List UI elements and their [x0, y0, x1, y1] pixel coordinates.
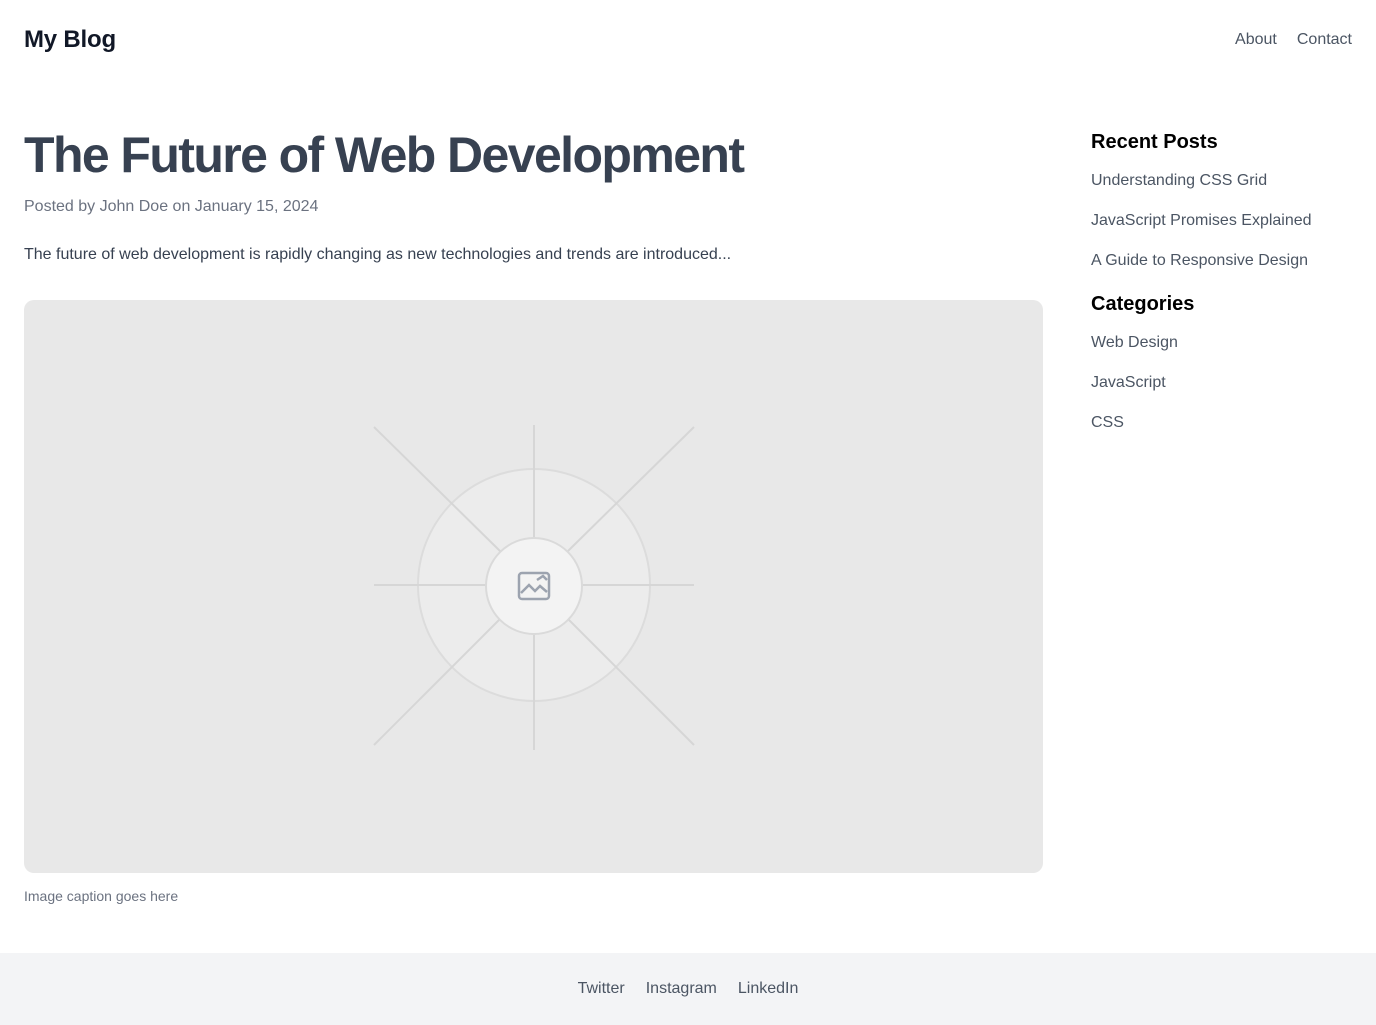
sidebar: Recent Posts Understanding CSS Grid Java… [1091, 128, 1361, 452]
site-footer: Twitter Instagram LinkedIn [0, 953, 1376, 1025]
article-image [24, 300, 1043, 873]
recent-posts-list: Understanding CSS Grid JavaScript Promis… [1091, 170, 1361, 272]
article-excerpt: The future of web development is rapidly… [24, 246, 732, 263]
category-link[interactable]: CSS [1091, 414, 1124, 431]
list-item: A Guide to Responsive Design [1091, 250, 1361, 272]
list-item: Understanding CSS Grid [1091, 170, 1361, 192]
top-nav: About Contact [1235, 31, 1352, 49]
image-caption: Image caption goes here [24, 888, 179, 904]
footer-link-linkedin[interactable]: LinkedIn [738, 980, 799, 998]
recent-post-link[interactable]: JavaScript Promises Explained [1091, 212, 1312, 229]
article-title: The Future of Web Development [24, 127, 745, 183]
blog-page: My Blog About Contact The Future of Web … [0, 0, 1376, 1025]
recent-post-link[interactable]: Understanding CSS Grid [1091, 172, 1267, 189]
site-logo[interactable]: My Blog [24, 26, 116, 54]
category-link[interactable]: Web Design [1091, 334, 1178, 351]
article: The Future of Web Development Posted by … [24, 124, 1043, 905]
list-item: JavaScript Promises Explained [1091, 210, 1361, 232]
categories-heading: Categories [1091, 293, 1195, 315]
footer-link-instagram[interactable]: Instagram [646, 980, 717, 998]
footer-link-twitter[interactable]: Twitter [578, 980, 625, 998]
recent-posts-section: Recent Posts Understanding CSS Grid Java… [1091, 128, 1361, 272]
article-meta: Posted by John Doe on January 15, 2024 [24, 198, 319, 215]
picture-icon [517, 571, 551, 601]
categories-list: Web Design JavaScript CSS [1091, 332, 1361, 434]
site-header: My Blog About Contact [0, 0, 1376, 80]
categories-section: Categories Web Design JavaScript CSS [1091, 290, 1361, 434]
recent-posts-heading: Recent Posts [1091, 131, 1218, 153]
list-item: CSS [1091, 412, 1361, 434]
nav-link-about[interactable]: About [1235, 31, 1277, 49]
image-placeholder-icon [485, 537, 583, 635]
category-link[interactable]: JavaScript [1091, 374, 1166, 391]
recent-post-link[interactable]: A Guide to Responsive Design [1091, 252, 1308, 269]
nav-link-contact[interactable]: Contact [1297, 31, 1352, 49]
list-item: JavaScript [1091, 372, 1361, 394]
list-item: Web Design [1091, 332, 1361, 354]
